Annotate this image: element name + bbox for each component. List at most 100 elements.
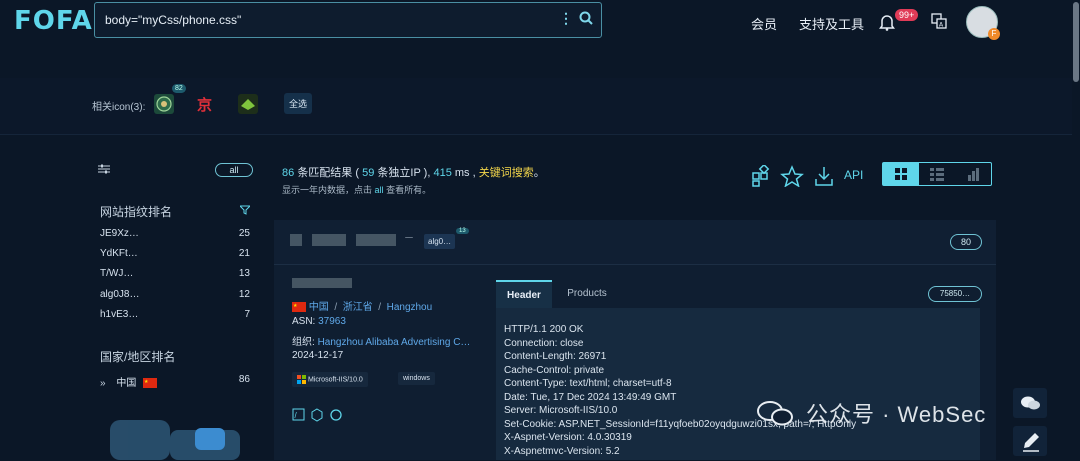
filter-icon[interactable] <box>240 205 250 215</box>
translate-icon[interactable]: A <box>931 13 947 29</box>
action-icons: / <box>292 408 342 422</box>
expand-icon[interactable]: » <box>100 378 106 389</box>
world-map-icon <box>110 420 240 460</box>
result-subtitle: 显示一年内数据，点击 all 查看所有。 <box>282 185 432 195</box>
code-icon[interactable]: / <box>292 408 305 421</box>
china-flag-icon: ★ <box>292 302 306 313</box>
redacted-text <box>312 234 346 246</box>
svg-text:/: / <box>295 411 298 420</box>
svg-text:★: ★ <box>293 303 298 309</box>
header-line: Cache-Control: private <box>504 365 605 376</box>
favicon-1-icon[interactable] <box>154 94 174 114</box>
download-icon[interactable] <box>815 167 833 186</box>
header-line: Set-Cookie: ASP.NET_SessionId=f11yqfoeb0… <box>504 419 857 430</box>
org-link[interactable]: Hangzhou Alibaba Advertising C… <box>318 337 471 348</box>
redacted-text <box>290 234 302 246</box>
fingerprint-rank-title: 网站指纹排名 <box>100 205 173 219</box>
notification-badge: 99+ <box>895 9 919 21</box>
api-button[interactable]: API <box>844 168 863 182</box>
list-item[interactable]: T/WJ… 13 <box>100 268 250 279</box>
wechat-logo-icon <box>757 401 793 426</box>
bar-chart-icon <box>968 168 979 181</box>
list-view-button[interactable] <box>919 163 955 185</box>
bell-icon[interactable] <box>879 13 895 31</box>
search-icon[interactable] <box>579 11 593 25</box>
header-content: HTTP/1.1 200 OK Connection: close Conten… <box>496 308 980 460</box>
list-item[interactable]: alg0J8… 12 <box>100 289 250 300</box>
cube-icon[interactable] <box>311 408 323 422</box>
grid-view-button[interactable] <box>883 163 919 185</box>
date-text: 2024-12-17 <box>292 350 344 361</box>
compare-icon[interactable] <box>752 165 770 187</box>
watermark-text: 公众号 · WebSec <box>806 402 987 427</box>
list-item[interactable]: h1vE3… 7 <box>100 309 250 320</box>
header-line: Date: Tue, 17 Dec 2024 13:49:49 GMT <box>504 392 677 403</box>
list-item[interactable]: YdKFt… 21 <box>100 248 250 259</box>
avatar[interactable]: F <box>966 6 1000 40</box>
fofa-logo[interactable]: FOFA <box>14 6 93 36</box>
star-icon[interactable] <box>780 165 804 187</box>
feedback-button[interactable] <box>1013 426 1047 456</box>
hash-badge[interactable]: 75850… <box>928 286 982 302</box>
china-flag-icon: ★ <box>143 378 158 389</box>
asn-link[interactable]: 37963 <box>318 316 346 327</box>
view-mode-toggle <box>882 162 992 186</box>
all-toggle[interactable]: all <box>215 163 253 177</box>
org-line: 组织: Hangzhou Alibaba Advertising C… <box>292 337 471 348</box>
port-badge[interactable]: 80 <box>950 234 982 250</box>
link-icon[interactable]: ⏤ <box>405 232 413 243</box>
favicon-2-icon[interactable]: 京 <box>196 94 216 114</box>
nav-support-tools[interactable]: 支持及工具 <box>799 14 864 33</box>
tab-products[interactable]: Products <box>556 280 618 308</box>
keyword-search-link[interactable]: 关键词搜索 <box>479 167 534 179</box>
header-line: Server: Microsoft-IIS/10.0 <box>504 405 618 416</box>
scrollbar[interactable] <box>1072 0 1080 460</box>
header-line: HTTP/1.1 200 OK <box>504 324 584 335</box>
avatar-badge: F <box>988 28 1000 40</box>
favicon-3-icon[interactable] <box>238 94 258 114</box>
search-input[interactable]: body="myCss/phone.css" <box>105 13 241 27</box>
chat-icon <box>1021 396 1040 410</box>
select-all-button[interactable]: 全选 <box>284 93 313 114</box>
result-card-header: ⏤ alg0… 13 80 <box>274 220 996 265</box>
left-sidebar: all 网站指纹排名 JE9Xz… 25 YdKFt… 21 T/WJ… 13 alg… <box>88 150 258 460</box>
svg-text:★: ★ <box>144 379 149 385</box>
result-summary: 86 条匹配结果 ( 59 条独立IP ), 415 ms , 关键词搜索。 <box>282 167 545 179</box>
fingerprint-tag[interactable]: alg0… <box>424 234 456 249</box>
province-link[interactable]: 浙江省 <box>343 302 373 313</box>
header-line: Connection: close <box>504 338 584 349</box>
show-all-link[interactable]: all <box>375 185 384 195</box>
city-link[interactable]: Hangzhou <box>387 302 433 313</box>
search-box[interactable]: body="myCss/phone.css" ⋮ <box>94 2 602 38</box>
icon-filter-label: 相关icon(3): <box>92 102 146 113</box>
location-line: ★ 中国 / 浙江省 / Hangzhou <box>292 302 433 313</box>
refresh-icon[interactable] <box>330 409 342 421</box>
tag-windows[interactable]: windows <box>398 372 435 385</box>
header-line: X-Aspnet-Version: 4.0.30319 <box>504 432 632 443</box>
header-line: X-Aspnetmvc-Version: 5.2 <box>504 446 620 457</box>
tab-header[interactable]: Header <box>496 280 552 310</box>
top-bar: FOFA body="myCss/phone.css" ⋮ 会员 支持及工具 9… <box>0 0 1080 79</box>
toolbar-icons <box>752 165 833 187</box>
svg-text:京: 京 <box>197 96 212 114</box>
grid-view-icon <box>895 168 907 180</box>
header-line: Content-Type: text/html; charset=utf-8 <box>504 378 672 389</box>
chat-button[interactable] <box>1013 388 1047 418</box>
filter-settings-icon[interactable] <box>98 164 110 174</box>
tag-iis[interactable]: Microsoft-IIS/10.0 <box>292 372 368 387</box>
list-view-icon <box>930 168 944 181</box>
pencil-icon <box>1023 433 1039 452</box>
country-link[interactable]: 中国 <box>309 302 329 313</box>
redacted-ip <box>292 278 352 288</box>
stats-view-button[interactable] <box>955 163 991 185</box>
country-item[interactable]: » 中国 ★ 86 <box>100 374 250 389</box>
redacted-text <box>356 234 396 246</box>
fingerprint-tag-count: 13 <box>456 228 469 234</box>
more-options-icon[interactable]: ⋮ <box>559 10 573 27</box>
nav-membership[interactable]: 会员 <box>751 14 777 33</box>
favicon-1-count: 82 <box>172 84 186 93</box>
country-rank-title: 国家/地区排名 <box>100 350 176 364</box>
windows-icon <box>297 375 306 384</box>
icon-filter-row: 相关icon(3): 82 京 全选 <box>0 78 1080 135</box>
list-item[interactable]: JE9Xz… 25 <box>100 228 250 239</box>
